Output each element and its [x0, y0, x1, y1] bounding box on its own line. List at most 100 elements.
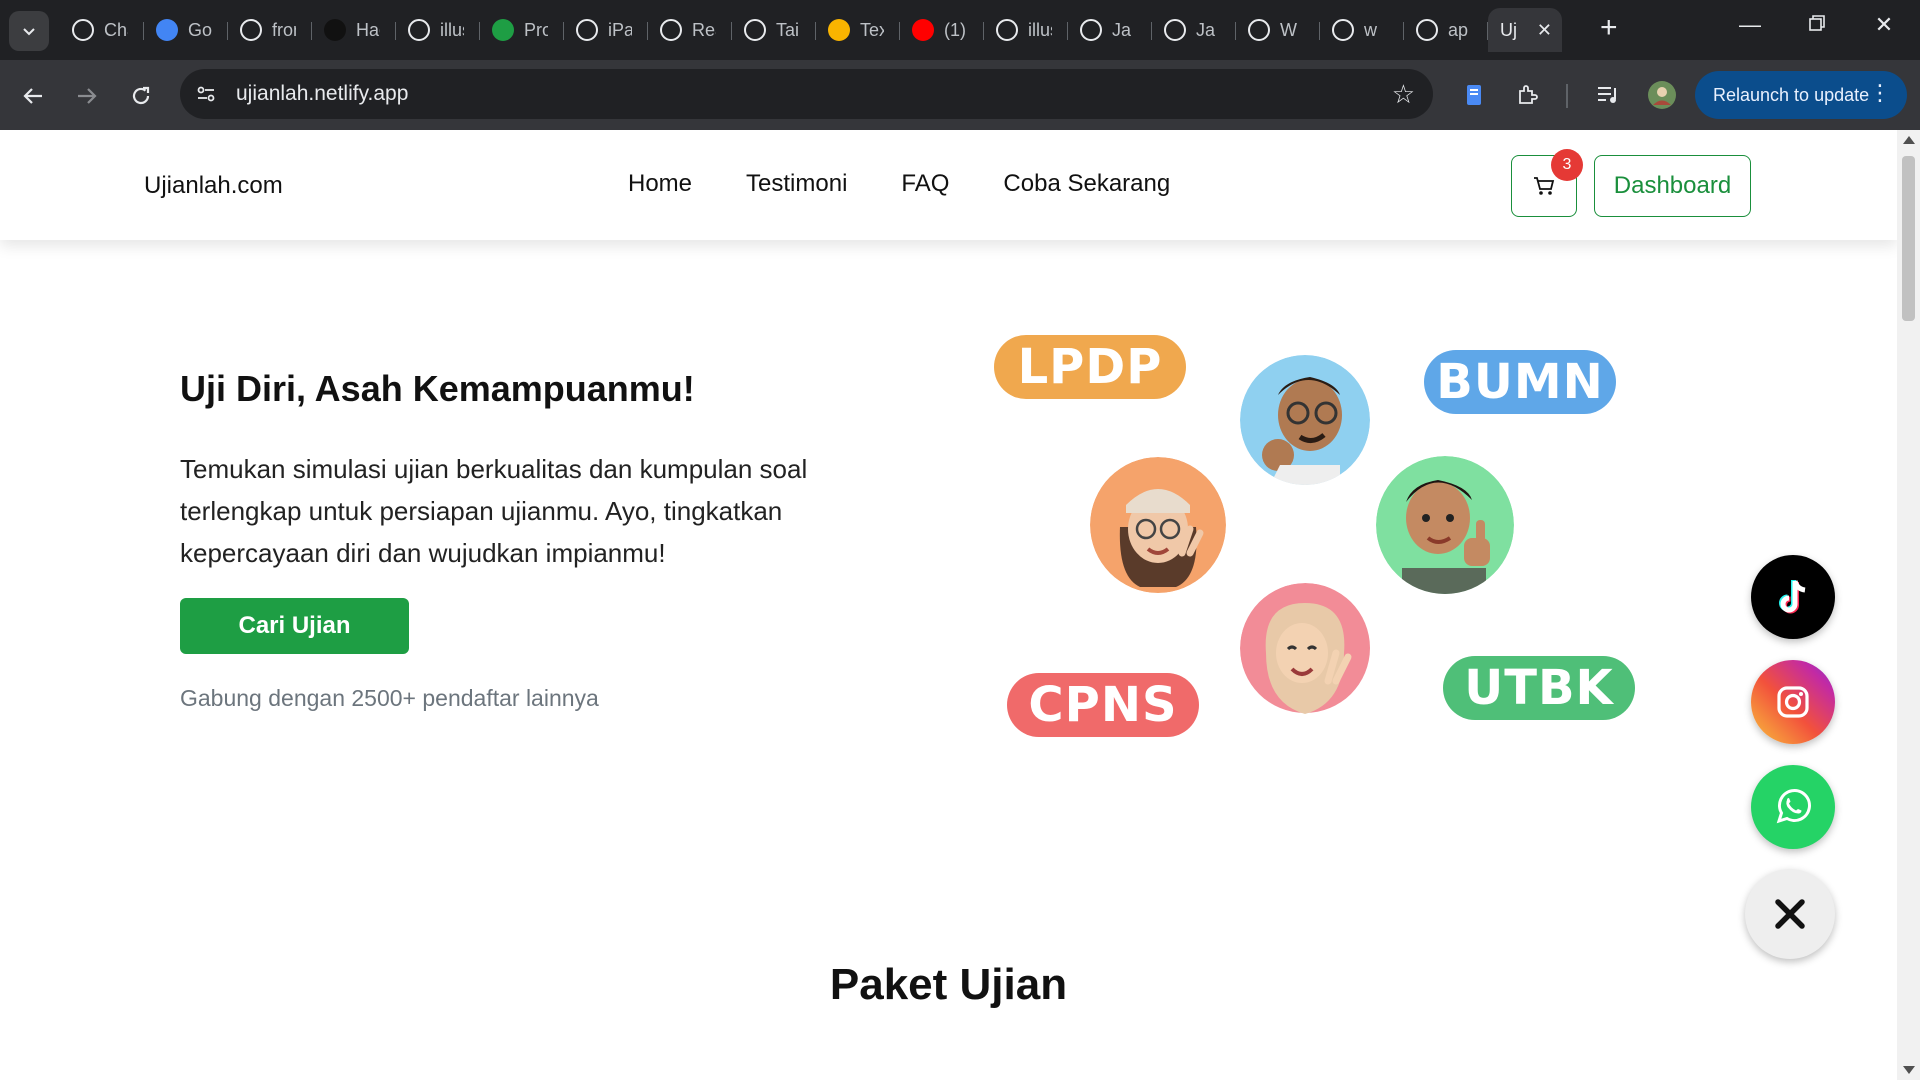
browser-tab[interactable]: Google Translate — [144, 8, 228, 52]
paket-ujian-title: Paket Ujian — [829, 960, 1068, 1009]
main-nav: Home Testimoni FAQ Coba Sekarang — [628, 170, 1224, 198]
close-floating-menu-button[interactable] — [1745, 869, 1835, 959]
cpns-pill: CPNS — [1007, 673, 1199, 737]
back-button[interactable] — [15, 78, 51, 114]
browser-tab[interactable]: iPaymu — [564, 8, 648, 52]
browser-tab[interactable]: Ja — [1068, 8, 1152, 52]
minimize-button[interactable]: — — [1730, 12, 1770, 38]
hacker-icon — [324, 19, 346, 41]
new-tab-button[interactable]: + — [1600, 13, 1618, 43]
browser-tab[interactable]: w — [1320, 8, 1404, 52]
browser-tab[interactable]: frontend — [228, 8, 312, 52]
lpdp-pill: LPDP — [994, 335, 1186, 399]
media-control-icon[interactable] — [1593, 80, 1623, 110]
browser-tab[interactable]: illustrations — [396, 8, 480, 52]
tab-title: (1) — [944, 19, 966, 40]
join-count-text: Gabung dengan 2500+ pendaftar lainnya — [180, 685, 599, 711]
relaunch-button[interactable]: Relaunch to update ⋮ — [1695, 71, 1907, 119]
nav-faq[interactable]: FAQ — [901, 170, 949, 198]
diamond-icon — [1416, 19, 1438, 41]
browser-tab[interactable]: React — [648, 8, 732, 52]
whatsapp-button[interactable] — [1751, 765, 1835, 849]
whatsapp-icon — [1776, 789, 1811, 824]
bookmark-star-icon[interactable]: ☆ — [1392, 79, 1415, 110]
page-scrollbar[interactable] — [1897, 130, 1920, 1080]
restore-button[interactable] — [1797, 12, 1837, 38]
url-text[interactable]: ujianlah.netlify.app — [236, 82, 408, 106]
ipaymu-icon — [576, 19, 598, 41]
w-icon — [1164, 19, 1186, 41]
astro-icon — [240, 19, 262, 41]
nav-testimoni[interactable]: Testimoni — [746, 170, 847, 198]
avatar-memoji-thumbs-up — [1376, 456, 1514, 594]
tab-title: iPaymu — [608, 19, 632, 40]
address-bar[interactable]: ujianlah.netlify.app ☆ — [180, 69, 1433, 119]
browser-toolbar: ujianlah.netlify.app ☆ Relaunch to updat… — [0, 60, 1920, 130]
close-icon — [1775, 899, 1805, 929]
extensions-puzzle-icon[interactable] — [1513, 80, 1543, 110]
browser-tab[interactable]: Text — [816, 8, 900, 52]
site-brand[interactable]: Ujianlah.com — [144, 172, 283, 200]
tab-title: ChatGPT — [104, 19, 128, 40]
instagram-button[interactable] — [1751, 660, 1835, 744]
toolbar-divider — [1566, 84, 1568, 108]
tab-title: ap — [1448, 19, 1469, 40]
browser-tab[interactable]: ChatGPT — [60, 8, 144, 52]
browser-tab[interactable]: Ja — [1152, 8, 1236, 52]
browser-tab[interactable]: Hacker — [312, 8, 396, 52]
hero-title: Uji Diri, Asah Kemampuanmu! — [180, 368, 695, 409]
cari-ujian-button[interactable]: Cari Ujian — [180, 598, 409, 654]
w-icon — [1080, 19, 1102, 41]
scroll-up-arrow[interactable] — [1903, 136, 1915, 144]
close-window-button[interactable]: ✕ — [1864, 12, 1904, 38]
site-info-icon[interactable] — [194, 82, 218, 106]
tab-title: illustrations — [1028, 19, 1052, 40]
reload-button[interactable] — [123, 78, 159, 114]
bumn-pill: BUMN — [1424, 350, 1616, 414]
browser-tab[interactable]: Projects — [480, 8, 564, 52]
github-icon — [996, 19, 1018, 41]
extension-docs-icon[interactable] — [1459, 80, 1489, 110]
react-icon — [660, 19, 682, 41]
browser-tab[interactable]: W — [1236, 8, 1320, 52]
info-icon — [1332, 19, 1354, 41]
tab-search-button[interactable] — [9, 11, 49, 51]
active-browser-tab[interactable]: Uj ✕ — [1488, 8, 1562, 52]
site-header: Ujianlah.com Home Testimoni FAQ Coba Sek… — [0, 130, 1897, 240]
scroll-thumb[interactable] — [1902, 156, 1915, 321]
tab-title: Google Translate — [188, 19, 212, 40]
project-icon — [492, 19, 514, 41]
tab-title: illustrations — [440, 19, 464, 40]
browser-tab[interactable]: ap — [1404, 8, 1488, 52]
browser-tab[interactable]: (1) — [900, 8, 984, 52]
sun-icon — [828, 19, 850, 41]
reload-icon — [132, 86, 150, 105]
dashboard-button[interactable]: Dashboard — [1594, 155, 1751, 217]
nav-home[interactable]: Home — [628, 170, 692, 198]
cart-count-badge: 3 — [1551, 149, 1583, 181]
tab-title: frontend — [272, 19, 296, 40]
tab-title: W — [1280, 19, 1297, 40]
tab-title: Text — [860, 19, 884, 40]
nav-coba-sekarang[interactable]: Coba Sekarang — [1003, 170, 1170, 198]
page-viewport: Ujianlah.com Home Testimoni FAQ Coba Sek… — [0, 130, 1897, 1080]
browser-tab[interactable]: illustrations — [984, 8, 1068, 52]
scroll-down-arrow[interactable] — [1903, 1066, 1915, 1074]
tab-title: Ja — [1196, 19, 1216, 40]
browser-tab[interactable]: Tailwind — [732, 8, 816, 52]
tab-title: React — [692, 19, 716, 40]
instagram-icon — [1777, 686, 1809, 718]
tab-title: w — [1364, 19, 1377, 40]
tab-title: Ja — [1112, 19, 1132, 40]
forward-button[interactable] — [69, 78, 105, 114]
tailwind-icon — [744, 19, 766, 41]
avatar-memoji-girl-beanie — [1090, 457, 1226, 593]
more-menu-icon[interactable]: ⋮ — [1869, 80, 1891, 106]
profile-avatar[interactable] — [1647, 80, 1677, 110]
browser-tab-bar: ChatGPT Google Translate frontend Hacker ill… — [0, 0, 1920, 60]
w-icon — [1248, 19, 1270, 41]
tab-title: Projects — [524, 19, 548, 40]
github-icon — [408, 19, 430, 41]
tiktok-button[interactable] — [1751, 555, 1835, 639]
close-tab-icon[interactable]: ✕ — [1537, 20, 1552, 41]
